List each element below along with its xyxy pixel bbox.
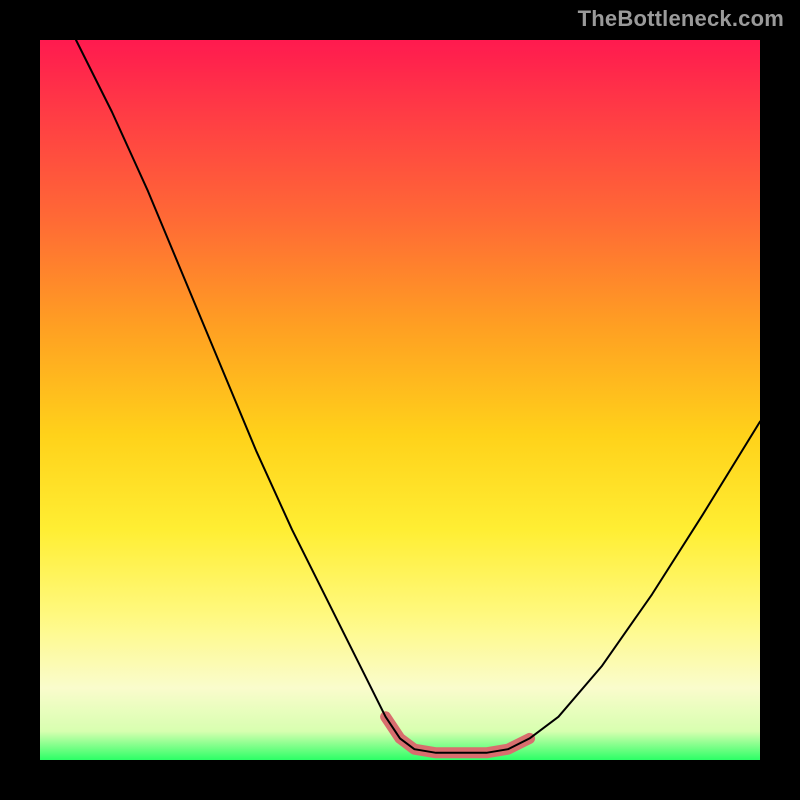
plot-area <box>40 40 760 760</box>
valley-highlight-path <box>386 717 530 753</box>
curve-svg <box>40 40 760 760</box>
chart-frame: TheBottleneck.com <box>0 0 800 800</box>
main-curve-path <box>76 40 760 753</box>
watermark-text: TheBottleneck.com <box>578 6 784 32</box>
